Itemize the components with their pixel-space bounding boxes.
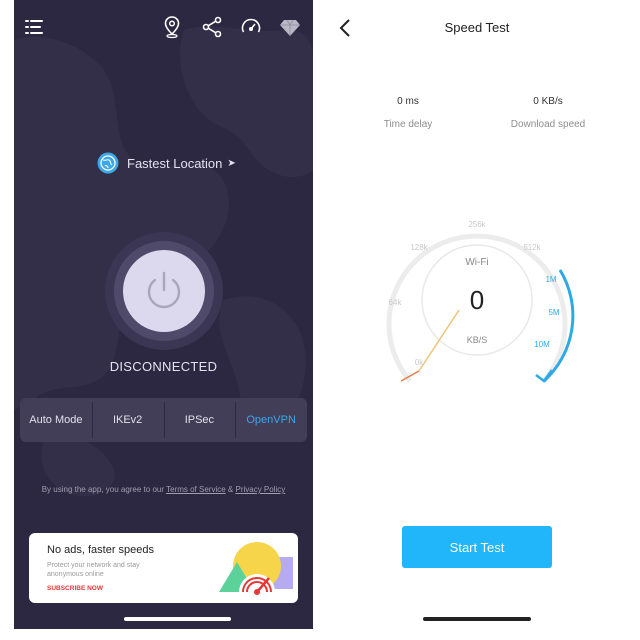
ad-illustration [219, 542, 293, 595]
vpn-app-screen: Fastest Location ➤ DISCONNECTED Auto Mod… [14, 0, 313, 629]
tick-label-5m: 5M [548, 308, 559, 317]
tick-label-128k: 128k [410, 243, 428, 252]
speed-test-screen: Speed Test 0 ms Time delay 0 KB/s Downlo… [321, 0, 640, 640]
tick-label-0k: 0k [415, 358, 424, 367]
power-button[interactable] [104, 231, 224, 351]
tick-label-512k: 512k [523, 243, 541, 252]
home-indicator [124, 617, 231, 621]
gauge-speed-value: 0 [470, 285, 484, 315]
connection-status: DISCONNECTED [109, 359, 218, 374]
protocol-ipsec[interactable]: IPSec [163, 398, 236, 442]
menu-icon[interactable] [22, 15, 46, 39]
subscribe-ad-banner[interactable]: No ads, faster speeds Protect your netwo… [29, 533, 298, 603]
tick-label-10m: 10M [534, 340, 550, 349]
time-delay-label: Time delay [383, 119, 433, 130]
tick-label-1m: 1M [545, 275, 556, 284]
terms-amp: & [227, 485, 234, 494]
start-test-button[interactable]: Start Test [402, 526, 552, 568]
share-icon[interactable] [200, 15, 224, 39]
location-pin-icon[interactable] [160, 15, 184, 39]
download-speed-value: 0 KB/s [533, 96, 563, 107]
globe-icon [97, 152, 119, 174]
protocol-auto-mode[interactable]: Auto Mode [20, 398, 92, 442]
terms-notice: By using the app, you agree to our Terms… [14, 485, 313, 494]
protocol-openvpn[interactable]: OpenVPN [235, 398, 307, 442]
gauge-unit-label: KB/S [467, 335, 488, 345]
speed-gauge: 0k 64k 128k 256k 512k 1M 5M 10M Wi-Fi 0 … [386, 220, 575, 383]
ad-title: No ads, faster speeds [47, 544, 155, 556]
download-speed-label: Download speed [510, 119, 586, 130]
speedometer-icon[interactable] [239, 15, 263, 39]
download-speed-metric: 0 KB/s Download speed [493, 96, 603, 130]
terms-of-service-link[interactable]: Terms of Service [166, 485, 226, 494]
ad-subtitle: Protect your network and stay anonymous … [47, 562, 140, 578]
tick-label-256k: 256k [468, 220, 486, 229]
gauge-network-label: Wi-Fi [465, 257, 488, 268]
protocol-selector: Auto Mode IKEv2 IPSec OpenVPN [20, 398, 307, 442]
time-delay-metric: 0 ms Time delay [368, 96, 448, 130]
location-label: Fastest Location [127, 155, 223, 171]
subscribe-now-link[interactable]: SUBSCRIBE NOW [47, 585, 103, 592]
privacy-policy-link[interactable]: Privacy Policy [235, 485, 285, 494]
page-title: Speed Test [444, 20, 510, 35]
terms-prefix: By using the app, you agree to our [41, 485, 165, 494]
protocol-ikev2[interactable]: IKEv2 [91, 398, 164, 442]
diamond-icon[interactable] [278, 15, 302, 39]
time-delay-value: 0 ms [397, 96, 419, 107]
home-indicator [423, 617, 531, 621]
tick-label-64k: 64k [389, 298, 403, 307]
location-arrow-icon: ➤ [227, 157, 236, 169]
location-selector[interactable]: Fastest Location ➤ [97, 151, 236, 175]
